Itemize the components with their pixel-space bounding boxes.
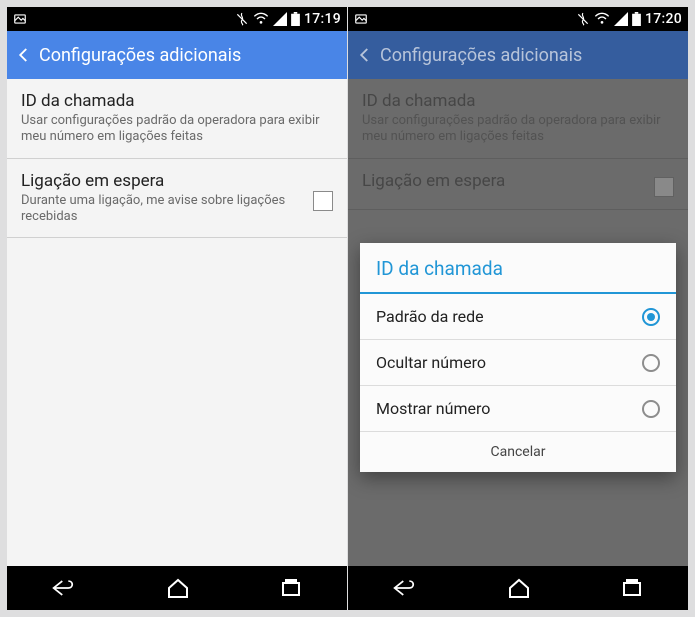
setting-subtitle: Usar configurações padrão da operadora p…	[362, 113, 668, 146]
nav-back-icon[interactable]	[51, 576, 77, 600]
setting-caller-id[interactable]: ID da chamada Usar configurações padrão …	[7, 79, 347, 159]
signal-icon	[614, 12, 628, 26]
dialog-option-label: Ocultar número	[376, 353, 486, 372]
gallery-icon	[354, 12, 368, 26]
nav-home-icon[interactable]	[166, 576, 190, 600]
nav-recent-icon[interactable]	[620, 576, 644, 600]
page-title: Configurações adicionais	[380, 45, 582, 66]
dialog-option-hide[interactable]: Ocultar número	[360, 340, 676, 386]
phone-left: 17:19 Configurações adicionais ID da cha…	[7, 7, 347, 610]
setting-title: Ligação em espera	[21, 171, 307, 191]
nav-back-icon[interactable]	[392, 576, 418, 600]
dialog-option-show[interactable]: Mostrar número	[360, 386, 676, 432]
setting-subtitle: Durante uma ligação, me avise sobre liga…	[21, 193, 307, 226]
setting-title: Ligação em espera	[362, 171, 648, 191]
setting-title: ID da chamada	[362, 91, 668, 111]
dialog-title: ID da chamada	[360, 243, 676, 294]
signal-icon	[273, 12, 287, 26]
status-left-icons	[354, 12, 368, 26]
dialog-cancel-button[interactable]: Cancelar	[360, 432, 676, 472]
wifi-icon	[253, 12, 269, 26]
page-title: Configurações adicionais	[39, 45, 241, 66]
setting-call-waiting: Ligação em espera	[348, 159, 688, 210]
status-left-icons	[13, 12, 27, 26]
radio-icon[interactable]	[642, 354, 660, 372]
setting-subtitle: Usar configurações padrão da operadora p…	[21, 113, 327, 146]
back-icon	[356, 46, 374, 64]
radio-icon[interactable]	[642, 308, 660, 326]
dialog-option-default[interactable]: Padrão da rede	[360, 294, 676, 340]
dialog-option-label: Padrão da rede	[376, 307, 484, 326]
nav-home-icon[interactable]	[507, 576, 531, 600]
battery-icon	[632, 12, 641, 26]
gallery-icon	[13, 12, 27, 26]
setting-title: ID da chamada	[21, 91, 327, 111]
dialog-option-label: Mostrar número	[376, 399, 490, 418]
status-right-icons: 17:19	[235, 11, 341, 27]
action-bar: Configurações adicionais	[348, 31, 688, 79]
action-bar[interactable]: Configurações adicionais	[7, 31, 347, 79]
status-right-icons: 17:20	[576, 11, 682, 27]
call-waiting-checkbox[interactable]	[313, 191, 333, 211]
phone-right: 17:20 Configurações adicionais ID da cha…	[348, 7, 688, 610]
nav-bar	[7, 566, 347, 610]
call-waiting-checkbox	[654, 177, 674, 197]
wifi-icon	[594, 12, 610, 26]
nav-recent-icon[interactable]	[279, 576, 303, 600]
status-clock: 17:20	[645, 11, 682, 27]
setting-caller-id: ID da chamada Usar configurações padrão …	[348, 79, 688, 159]
caller-id-dialog: ID da chamada Padrão da rede Ocultar núm…	[360, 243, 676, 472]
settings-content: ID da chamada Usar configurações padrão …	[348, 79, 688, 566]
vibrate-icon	[235, 12, 249, 26]
status-bar: 17:20	[348, 7, 688, 31]
radio-icon[interactable]	[642, 400, 660, 418]
vibrate-icon	[576, 12, 590, 26]
status-clock: 17:19	[304, 11, 341, 27]
battery-icon	[291, 12, 300, 26]
back-icon[interactable]	[15, 46, 33, 64]
setting-call-waiting[interactable]: Ligação em espera Durante uma ligação, m…	[7, 159, 347, 239]
status-bar: 17:19	[7, 7, 347, 31]
nav-bar	[348, 566, 688, 610]
settings-content: ID da chamada Usar configurações padrão …	[7, 79, 347, 566]
